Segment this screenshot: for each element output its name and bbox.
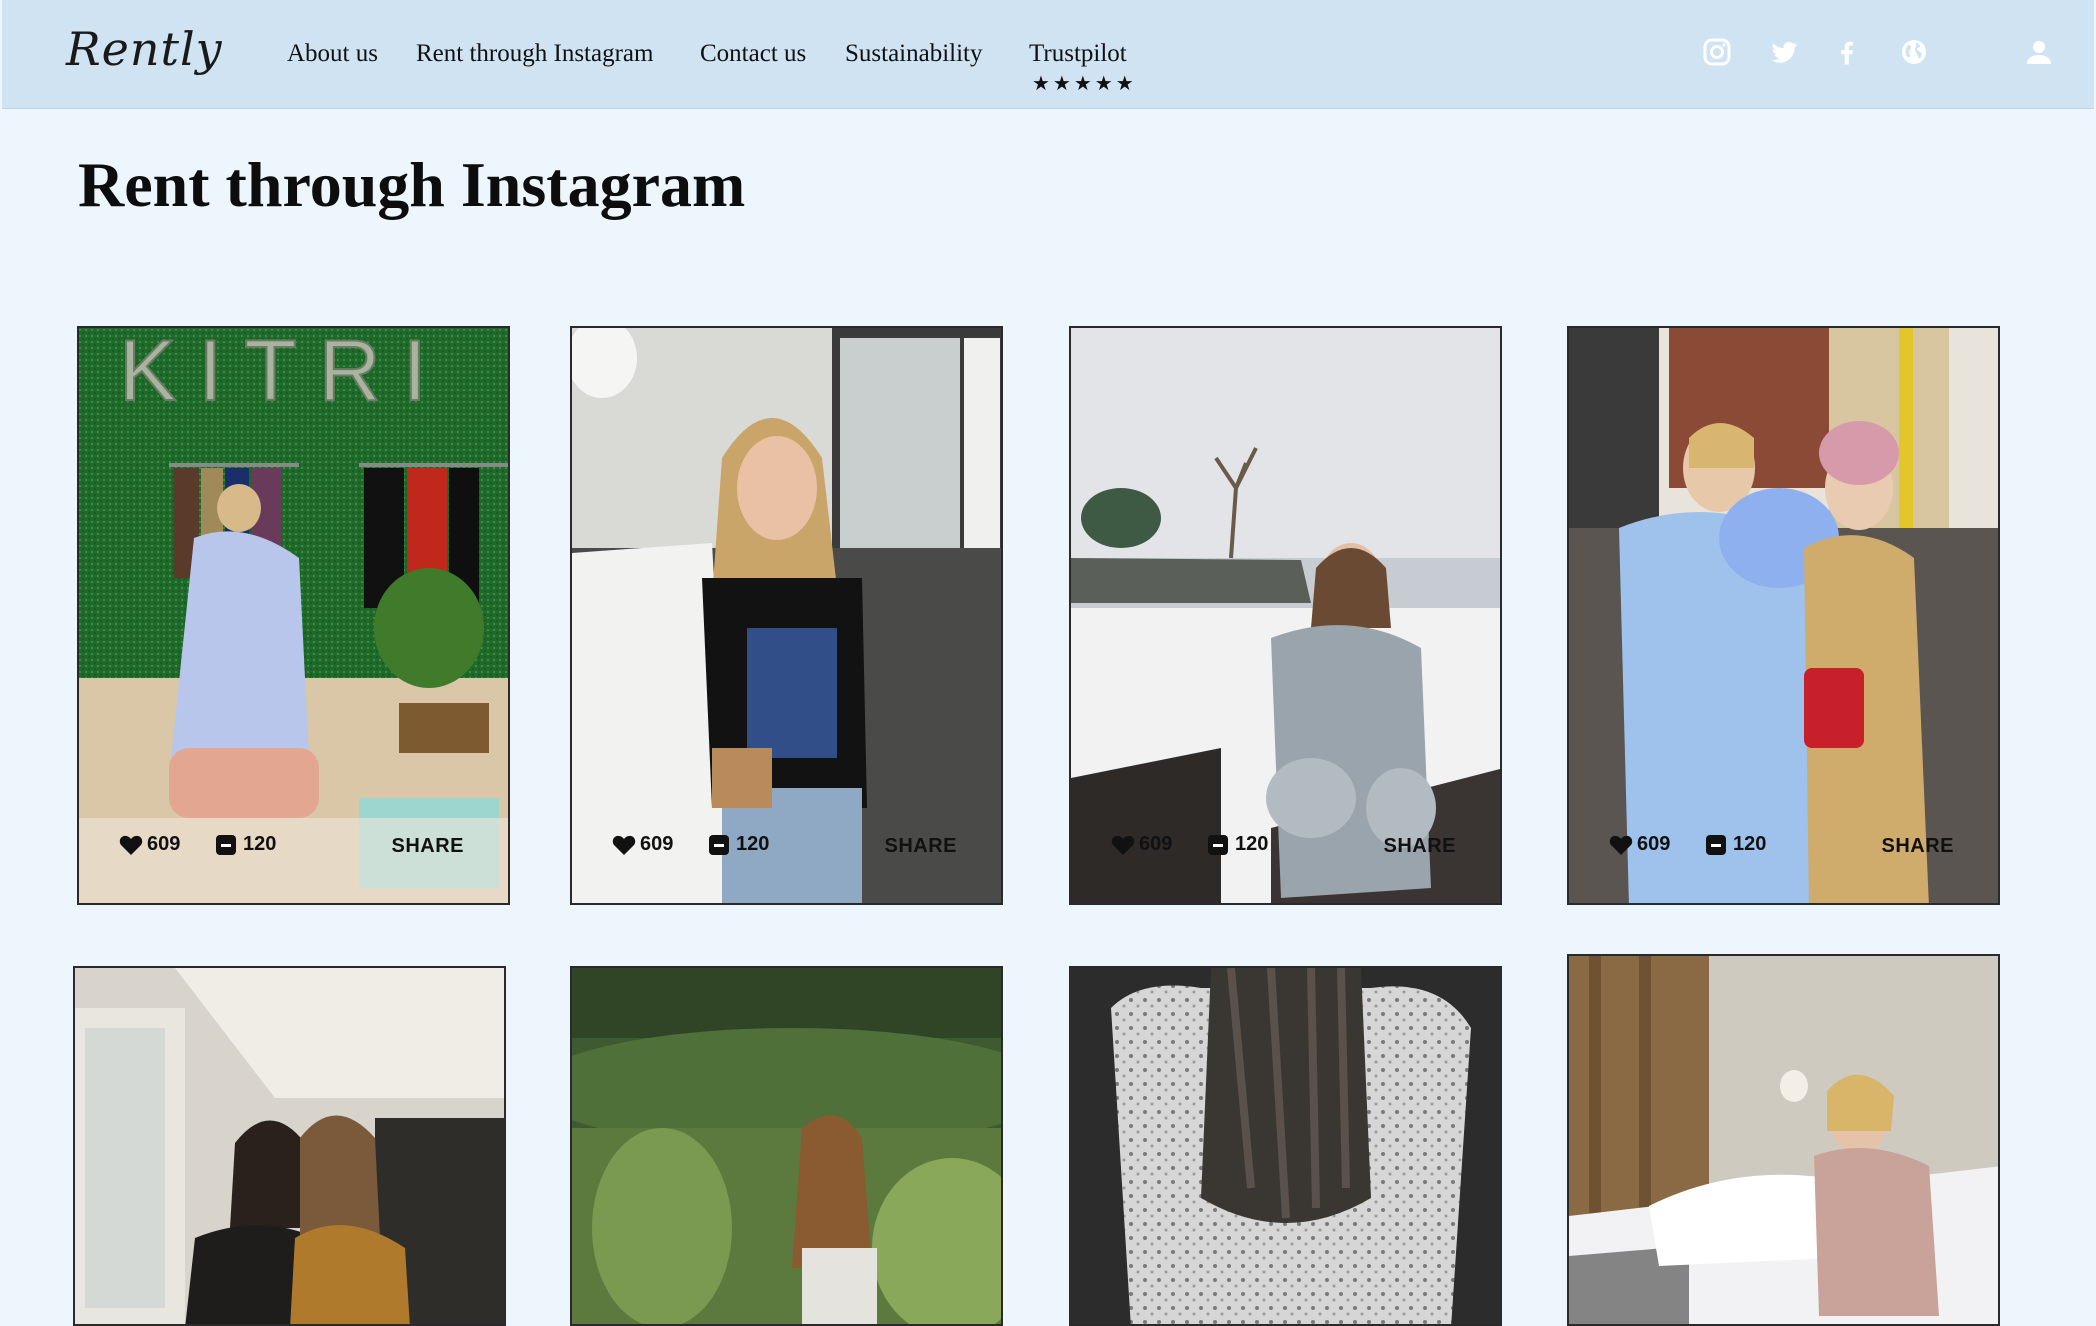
- instagram-post-card[interactable]: KITRI 609 120 SHARE: [77, 326, 510, 905]
- brand-logo[interactable]: Rently: [66, 22, 223, 76]
- heart-icon: [119, 835, 143, 855]
- nav-rent-through-instagram[interactable]: Rent through Instagram: [416, 40, 653, 68]
- post-stats-bar: 609 120 SHARE: [1569, 833, 1998, 861]
- share-button[interactable]: SHARE: [1881, 835, 1954, 858]
- comment-count: 120: [1235, 833, 1269, 855]
- comment-button[interactable]: 120: [1705, 833, 1766, 856]
- post-photo: [1071, 328, 1500, 903]
- like-button[interactable]: 609: [119, 833, 180, 856]
- heart-icon: [1609, 835, 1633, 855]
- globe-icon[interactable]: [1899, 37, 1929, 67]
- twitter-icon[interactable]: [1769, 37, 1799, 67]
- post-photo: [572, 968, 1001, 1324]
- heart-icon: [1111, 835, 1135, 855]
- svg-text:KITRI: KITRI: [119, 328, 449, 419]
- like-button[interactable]: 609: [1111, 833, 1172, 856]
- instagram-post-card[interactable]: 609 120 SHARE: [1069, 326, 1502, 905]
- comment-icon: [1208, 834, 1228, 855]
- post-photo: [1569, 328, 1998, 903]
- instagram-post-card[interactable]: 609 120 SHARE: [1567, 326, 2000, 905]
- like-count: 609: [147, 833, 181, 855]
- instagram-post-card[interactable]: [1567, 954, 2000, 1326]
- comment-count: 120: [1733, 833, 1767, 855]
- share-button[interactable]: SHARE: [1383, 835, 1456, 858]
- post-stats-bar: 609 120 SHARE: [1071, 833, 1500, 861]
- comment-icon: [216, 834, 236, 855]
- comment-icon: [709, 834, 729, 855]
- share-button[interactable]: SHARE: [391, 835, 464, 858]
- comment-button[interactable]: 120: [708, 833, 769, 856]
- nav-trustpilot[interactable]: Trustpilot: [1029, 40, 1127, 68]
- top-navigation-bar: Rently About us Rent through Instagram C…: [2, 0, 2094, 109]
- instagram-post-card[interactable]: [1069, 966, 1502, 1326]
- user-account-icon[interactable]: [2024, 37, 2054, 67]
- page-title: Rent through Instagram: [78, 149, 746, 220]
- heart-icon: [612, 835, 636, 855]
- share-button[interactable]: SHARE: [884, 835, 957, 858]
- comment-button[interactable]: 120: [1207, 833, 1268, 856]
- post-stats-bar: 609 120 SHARE: [79, 833, 508, 861]
- post-photo: [1569, 956, 1998, 1324]
- like-button[interactable]: 609: [612, 833, 673, 856]
- instagram-post-card[interactable]: [570, 966, 1003, 1326]
- like-button[interactable]: 609: [1609, 833, 1670, 856]
- nav-sustainability[interactable]: Sustainability: [845, 40, 983, 68]
- instagram-icon[interactable]: [1702, 37, 1732, 67]
- post-photo: KITRI: [79, 328, 508, 903]
- like-count: 609: [640, 833, 674, 855]
- comment-button[interactable]: 120: [215, 833, 276, 856]
- facebook-icon[interactable]: [1832, 37, 1862, 67]
- instagram-post-card[interactable]: [73, 966, 506, 1326]
- post-photo: [1071, 968, 1500, 1324]
- post-stats-bar: 609 120 SHARE: [572, 833, 1001, 861]
- nav-about-us[interactable]: About us: [287, 40, 378, 68]
- post-photo: [75, 968, 504, 1324]
- instagram-post-card[interactable]: 609 120 SHARE: [570, 326, 1003, 905]
- comment-count: 120: [243, 833, 277, 855]
- post-photo: [572, 328, 1001, 903]
- comment-count: 120: [736, 833, 770, 855]
- comment-icon: [1706, 834, 1726, 855]
- like-count: 609: [1637, 833, 1671, 855]
- trustpilot-rating-stars: ★★★★★: [1032, 71, 1137, 95]
- like-count: 609: [1139, 833, 1173, 855]
- nav-contact-us[interactable]: Contact us: [700, 40, 806, 68]
